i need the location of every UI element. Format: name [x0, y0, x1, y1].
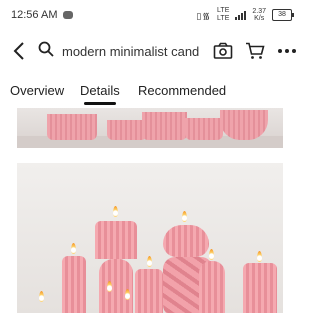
tab-details[interactable]: Details — [80, 83, 120, 105]
tab-bar: Overview Details Recommended — [0, 76, 300, 106]
network-speed: 2.37 K/s — [252, 8, 266, 22]
battery-level: 38 — [278, 11, 286, 18]
chat-icon — [63, 11, 74, 19]
signal-icon — [235, 10, 247, 20]
cart-icon[interactable] — [242, 36, 268, 66]
vibrate-icon: ▯᯾ — [196, 10, 212, 21]
status-time: 12:56 AM — [11, 9, 58, 21]
search-query: modern minimalist candl... — [62, 43, 200, 59]
tab-recommended[interactable]: Recommended — [138, 83, 226, 98]
more-icon[interactable] — [274, 36, 300, 66]
search-icon — [38, 41, 54, 62]
lit-pink-candles-photo — [17, 163, 283, 313]
candles-shelf-photo — [17, 108, 283, 148]
tab-overview[interactable]: Overview — [10, 83, 64, 98]
back-icon[interactable] — [6, 36, 32, 66]
network-indicator: LTE LTE — [217, 7, 230, 22]
battery-icon: 38 — [272, 9, 294, 21]
camera-icon[interactable] — [210, 36, 236, 66]
search-header: modern minimalist candl... — [0, 32, 300, 70]
status-bar: 12:56 AM ▯᯾ LTE LTE 2.37 K/s 38 — [0, 0, 300, 30]
search-input[interactable]: modern minimalist candl... — [38, 41, 200, 62]
